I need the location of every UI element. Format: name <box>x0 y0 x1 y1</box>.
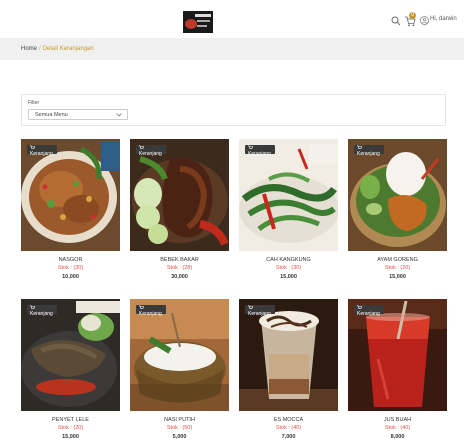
add-to-cart-label: Keranjang <box>139 311 162 317</box>
breadcrumb-home-link[interactable]: Home <box>21 46 37 52</box>
cart-icon <box>30 305 35 309</box>
cart-icon <box>139 305 144 309</box>
search-icon[interactable] <box>391 16 401 26</box>
product-name: NASI PUTIH <box>164 417 195 423</box>
cart-icon <box>30 145 35 149</box>
add-to-cart-tag[interactable]: Keranjang <box>245 145 275 157</box>
product-image[interactable]: Keranjang <box>348 299 447 411</box>
product-image[interactable]: Keranjang <box>239 299 338 411</box>
product-image[interactable]: Keranjang <box>130 299 229 411</box>
product-image[interactable]: Keranjang <box>21 139 120 251</box>
product-price: 30,000 <box>171 274 188 280</box>
breadcrumb: Home / Detail Keranjangan <box>21 46 94 52</box>
menu-filter-select[interactable]: Semua Menu <box>28 109 128 120</box>
product-image[interactable]: Keranjang <box>21 299 120 411</box>
product-image[interactable]: Keranjang <box>348 139 447 251</box>
add-to-cart-label: Keranjang <box>139 151 162 157</box>
product-price: 8,000 <box>390 434 405 440</box>
cart-count-badge: 0 <box>409 12 416 19</box>
add-to-cart-tag[interactable]: Keranjang <box>136 305 166 317</box>
add-to-cart-tag[interactable]: Keranjang <box>354 305 384 317</box>
add-to-cart-label: Keranjang <box>357 311 380 317</box>
product-price: 5,000 <box>172 434 187 440</box>
product-price: 15,000 <box>280 274 297 280</box>
product-stock: Stok : (20) <box>384 265 411 271</box>
add-to-cart-label: Keranjang <box>248 151 271 157</box>
user-icon[interactable] <box>420 16 429 25</box>
restaurant-logo[interactable] <box>183 11 213 33</box>
product-stock: Stok : (50) <box>166 425 193 431</box>
add-to-cart-label: Keranjang <box>357 151 380 157</box>
add-to-cart-tag[interactable]: Keranjang <box>245 305 275 317</box>
breadcrumb-bar: Home / Detail Keranjangan <box>0 38 464 60</box>
breadcrumb-current: Detail Keranjangan <box>42 46 94 52</box>
filter-selected-value: Semua Menu <box>35 112 68 118</box>
top-navbar: 0 Hi, darwin <box>0 0 464 38</box>
add-to-cart-label: Keranjang <box>30 311 53 317</box>
product-image[interactable]: Keranjang <box>239 139 338 251</box>
filter-label: Filter <box>28 100 40 106</box>
product-stock: Stok : (30) <box>57 265 84 271</box>
product-stock: Stok : (28) <box>166 265 193 271</box>
product-name: ES MOCCA <box>273 417 304 423</box>
product-name: CAH KANGKUNG <box>266 257 311 263</box>
add-to-cart-tag[interactable]: Keranjang <box>354 145 384 157</box>
cart-icon <box>357 145 362 149</box>
add-to-cart-tag[interactable]: Keranjang <box>27 145 57 157</box>
add-to-cart-tag[interactable]: Keranjang <box>136 145 166 157</box>
filter-panel: Filter Semua Menu <box>21 94 446 126</box>
product-price: 15,000 <box>389 274 406 280</box>
product-name: AYAM GORENG <box>377 257 418 263</box>
product-name: JUS BUAH <box>383 417 412 423</box>
product-stock: Stok : (20) <box>57 425 84 431</box>
cart-icon <box>139 145 144 149</box>
product-name: PENYET LELE <box>52 417 89 423</box>
product-stock: Stok : (40) <box>275 425 302 431</box>
chevron-down-icon <box>116 113 122 117</box>
product-image[interactable]: Keranjang <box>130 139 229 251</box>
product-price: 7,000 <box>281 434 296 440</box>
add-to-cart-label: Keranjang <box>248 311 271 317</box>
product-name: BEBEK BAKAR <box>160 257 199 263</box>
add-to-cart-tag[interactable]: Keranjang <box>27 305 57 317</box>
product-stock: Stok : (40) <box>384 425 411 431</box>
product-stock: Stok : (30) <box>275 265 302 271</box>
cart-icon <box>357 305 362 309</box>
product-price: 10,000 <box>62 274 79 280</box>
product-name: NASGOR <box>58 257 83 263</box>
breadcrumb-separator: / <box>39 46 41 52</box>
cart-icon <box>248 145 253 149</box>
user-greeting[interactable]: Hi, darwin <box>430 16 457 22</box>
cart-icon <box>248 305 253 309</box>
product-price: 15,000 <box>62 434 79 440</box>
add-to-cart-label: Keranjang <box>30 151 53 157</box>
